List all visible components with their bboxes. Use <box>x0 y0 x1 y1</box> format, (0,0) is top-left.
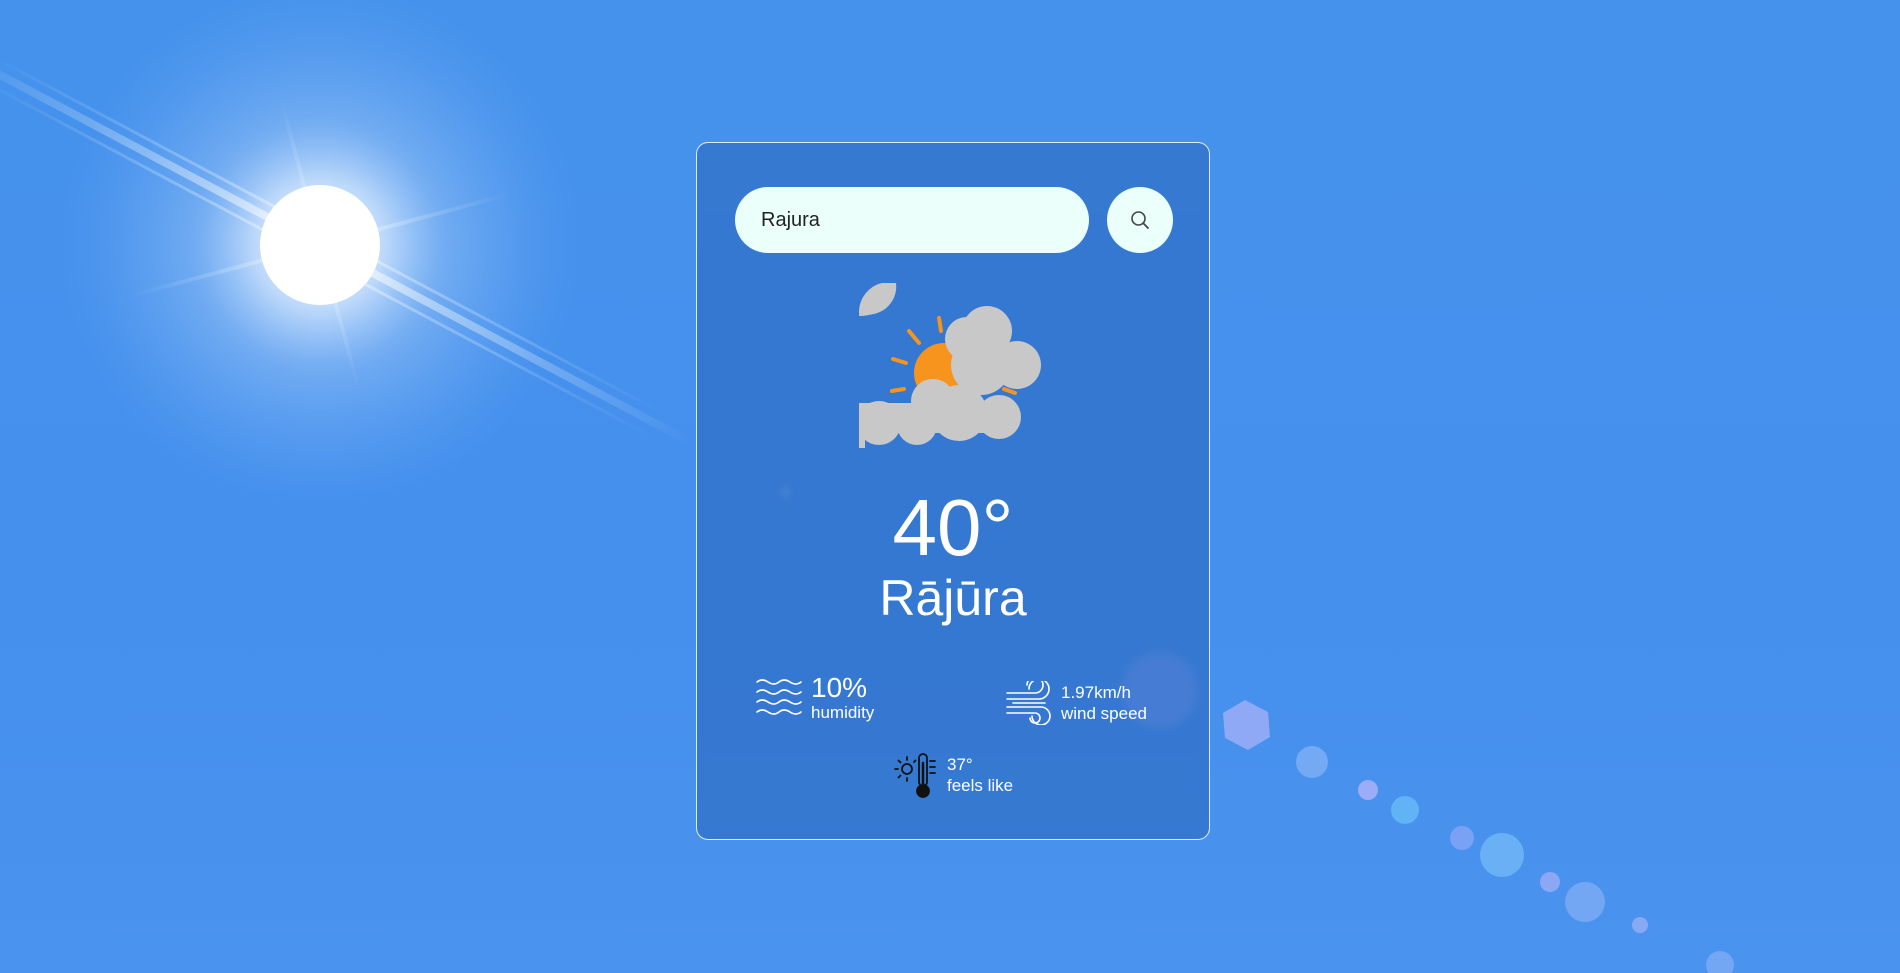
search-icon <box>1131 211 1149 229</box>
humidity-label: humidity <box>811 703 875 722</box>
weather-card: 40° Rājūra 10% humidity 1 <box>696 142 1210 840</box>
thermometer-sun-icon <box>894 753 936 798</box>
partly-cloudy-icon <box>859 283 1041 448</box>
humidity-waves-icon <box>756 679 802 715</box>
feels-like-value: 37° <box>947 755 973 774</box>
wind-icon <box>1006 681 1051 725</box>
feels-like-detail: 37° feels like <box>893 751 1013 799</box>
feels-like-label: feels like <box>947 776 1014 795</box>
temperature: 40° <box>892 483 1014 572</box>
humidity-detail: 10% humidity <box>755 673 874 723</box>
wind-detail: 1.97km/h wind speed <box>1005 681 1147 725</box>
humidity-value: 10% <box>811 672 868 703</box>
city-name: Rājūra <box>879 570 1027 626</box>
wind-value: 1.97km/h <box>1061 683 1131 702</box>
wind-label: wind speed <box>1061 704 1148 723</box>
search-button[interactable] <box>1107 187 1173 253</box>
city-search-input[interactable] <box>735 187 1089 253</box>
